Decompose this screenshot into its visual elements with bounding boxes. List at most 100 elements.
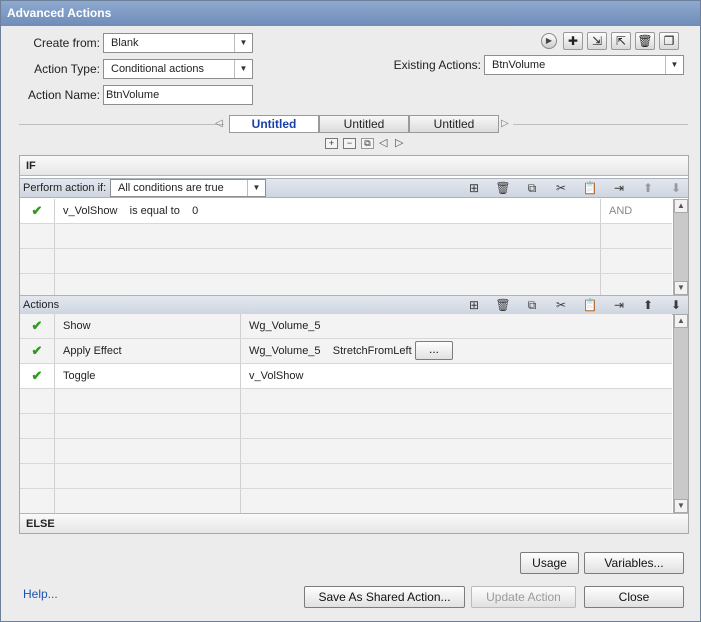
indent-condition-icon[interactable]: ⇥: [609, 180, 629, 196]
advanced-actions-window: Advanced Actions Create from: Blank ▼ Ac…: [0, 0, 701, 622]
chevron-down-icon[interactable]: ▼: [234, 34, 252, 52]
action-name-label: Action Name:: [27, 88, 100, 102]
action-name-field[interactable]: BtnVolume: [103, 85, 253, 105]
scroll-left-icon[interactable]: ◁: [215, 118, 223, 129]
create-from-label: Create from:: [33, 36, 100, 50]
cut-condition-icon[interactable]: ✂: [551, 180, 571, 196]
decision-panel: IF Perform action if: All conditions are…: [19, 155, 689, 534]
indent-action-icon[interactable]: ⇥: [609, 297, 629, 313]
action-target[interactable]: Wg_Volume_5: [241, 314, 672, 338]
move-action-up-icon[interactable]: ⬆: [638, 297, 658, 313]
action-target[interactable]: v_VolShow: [241, 364, 672, 388]
action-row-empty[interactable]: [20, 414, 672, 439]
action-target-cell[interactable]: Wg_Volume_5 StretchFromLeft ...: [241, 339, 672, 363]
paste-action-icon[interactable]: 📋: [580, 297, 600, 313]
export-action-icon[interactable]: ⇱: [611, 32, 631, 50]
perform-action-dropdown[interactable]: All conditions are true ▼: [110, 179, 266, 197]
scroll-down-icon[interactable]: ▼: [674, 499, 688, 513]
action-row-empty[interactable]: [20, 464, 672, 489]
tab-decision-1[interactable]: Untitled: [229, 115, 319, 133]
action-type-dropdown[interactable]: Conditional actions ▼: [103, 59, 253, 79]
move-condition-up-icon[interactable]: ⬆: [638, 180, 658, 196]
action-row[interactable]: ✔ Apply Effect Wg_Volume_5 StretchFromLe…: [20, 339, 672, 364]
empty-cell: [20, 389, 55, 413]
actions-scrollbar[interactable]: ▲ ▼: [673, 314, 688, 513]
checkmark-icon[interactable]: ✔: [20, 364, 55, 388]
scroll-down-icon[interactable]: ▼: [674, 281, 688, 295]
checkmark-icon[interactable]: ✔: [20, 199, 55, 223]
action-effect: StretchFromLeft: [332, 345, 412, 357]
chevron-down-icon[interactable]: ▼: [247, 180, 265, 196]
chevron-down-icon[interactable]: ▼: [234, 60, 252, 78]
insert-condition-icon[interactable]: ⊞: [464, 180, 484, 196]
move-action-down-icon[interactable]: ⬇: [666, 297, 686, 313]
copy-action-icon[interactable]: ⧉: [522, 297, 542, 313]
create-from-dropdown[interactable]: Blank ▼: [103, 33, 253, 53]
empty-cell: [55, 389, 241, 413]
condition-logic[interactable]: AND: [601, 199, 672, 223]
help-link[interactable]: Help...: [23, 587, 58, 601]
tab-decision-3[interactable]: Untitled: [409, 115, 499, 133]
scroll-up-icon[interactable]: ▲: [674, 199, 688, 213]
empty-cell: [20, 414, 55, 438]
condition-row-empty[interactable]: [20, 249, 672, 274]
empty-cell: [20, 439, 55, 463]
action-row[interactable]: ✔ Show Wg_Volume_5: [20, 314, 672, 339]
copy-decision-icon[interactable]: ⧉: [361, 138, 374, 149]
add-decision-icon[interactable]: +: [325, 138, 338, 149]
tabs-divider-right: [513, 124, 688, 125]
cut-action-icon[interactable]: ✂: [551, 297, 571, 313]
perform-action-label: Perform action if:: [23, 182, 107, 194]
remove-decision-icon[interactable]: −: [343, 138, 356, 149]
checkmark-icon[interactable]: ✔: [20, 314, 55, 338]
preview-play-icon[interactable]: ▶: [541, 33, 557, 49]
checkmark-icon[interactable]: ✔: [20, 339, 55, 363]
existing-actions-dropdown[interactable]: BtnVolume ▼: [484, 55, 684, 75]
effect-options-button[interactable]: ...: [415, 341, 453, 360]
empty-cell: [20, 224, 55, 248]
empty-cell: [55, 249, 601, 273]
move-condition-down-icon[interactable]: ⬇: [666, 180, 686, 196]
trash-icon[interactable]: 🗑: [635, 32, 655, 50]
empty-cell: [55, 414, 241, 438]
condition-row-empty[interactable]: [20, 224, 672, 249]
scroll-right-icon[interactable]: ▷: [501, 118, 509, 129]
action-row-empty[interactable]: [20, 439, 672, 464]
delete-action-icon[interactable]: 🗑: [493, 297, 513, 313]
window-title: Advanced Actions: [1, 1, 700, 26]
delete-condition-icon[interactable]: 🗑: [493, 180, 513, 196]
action-name[interactable]: Apply Effect: [55, 339, 241, 363]
close-button[interactable]: Close: [584, 586, 684, 608]
empty-cell: [55, 489, 241, 513]
move-decision-right-icon[interactable]: ▷: [395, 136, 403, 149]
import-action-icon[interactable]: ⇲: [587, 32, 607, 50]
update-action-button[interactable]: Update Action: [471, 586, 576, 608]
tab-decision-2[interactable]: Untitled: [319, 115, 409, 133]
empty-cell: [55, 224, 601, 248]
chevron-down-icon[interactable]: ▼: [665, 56, 683, 74]
action-row-empty[interactable]: [20, 389, 672, 414]
condition-row[interactable]: ✔ v_VolShow is equal to 0 AND: [20, 199, 672, 224]
duplicate-icon[interactable]: ❐: [659, 32, 679, 50]
empty-cell: [20, 464, 55, 488]
paste-condition-icon[interactable]: 📋: [580, 180, 600, 196]
condition-expression[interactable]: v_VolShow is equal to 0: [55, 199, 601, 223]
insert-action-icon[interactable]: ⊞: [464, 297, 484, 313]
move-decision-left-icon[interactable]: ◁: [379, 136, 387, 149]
condition-operator: is equal to: [129, 205, 180, 217]
else-section-header[interactable]: ELSE: [20, 513, 688, 533]
copy-condition-icon[interactable]: ⧉: [522, 180, 542, 196]
action-row[interactable]: ✔ Toggle v_VolShow: [20, 364, 672, 389]
create-from-value: Blank: [111, 37, 139, 49]
variables-button[interactable]: Variables...: [584, 552, 684, 574]
scroll-up-icon[interactable]: ▲: [674, 314, 688, 328]
conditions-toolbar: Perform action if: All conditions are tr…: [20, 178, 688, 198]
conditions-scrollbar[interactable]: ▲ ▼: [673, 199, 688, 295]
action-name[interactable]: Toggle: [55, 364, 241, 388]
action-name[interactable]: Show: [55, 314, 241, 338]
add-action-icon[interactable]: ✚: [563, 32, 583, 50]
save-shared-action-button[interactable]: Save As Shared Action...: [304, 586, 465, 608]
usage-button[interactable]: Usage: [520, 552, 579, 574]
empty-cell: [20, 489, 55, 513]
action-row-empty[interactable]: [20, 489, 672, 514]
